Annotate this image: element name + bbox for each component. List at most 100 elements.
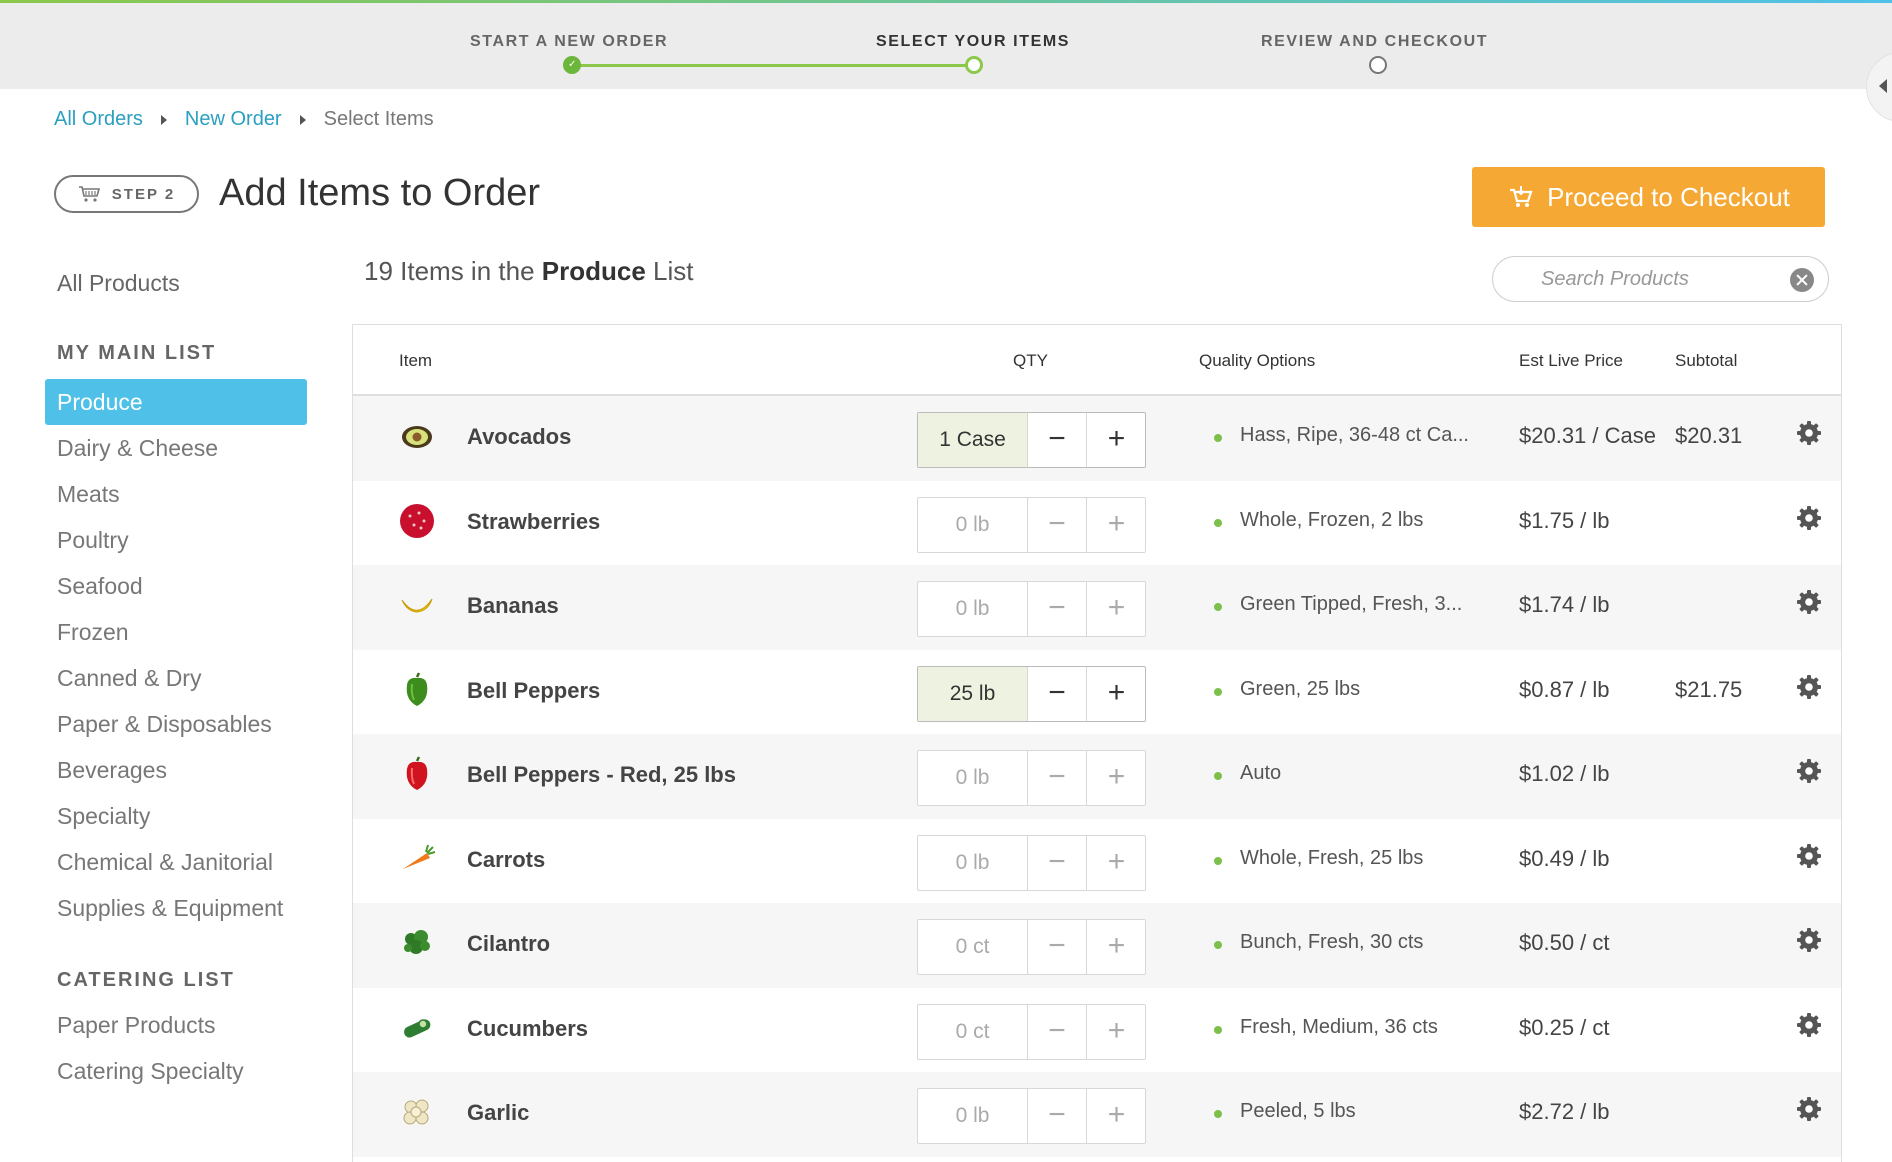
row-settings-gear-icon[interactable] — [1796, 1012, 1822, 1038]
sidebar-item-beverages[interactable]: Beverages — [45, 747, 307, 793]
quantity-input[interactable]: 25 lb — [918, 666, 1028, 721]
item-name: Carrots — [467, 846, 546, 872]
list-name: Produce — [541, 256, 646, 286]
column-header-subtotal: Subtotal — [1675, 351, 1738, 370]
sidebar-item-canned-dry[interactable]: Canned & Dry — [45, 655, 307, 701]
quality-option[interactable]: Fresh, Medium, 36 cts — [1240, 1016, 1480, 1039]
sidebar-item-seafood[interactable]: Seafood — [45, 563, 307, 609]
search-input[interactable] — [1541, 257, 1771, 301]
quantity-input[interactable]: 0 lb — [918, 582, 1028, 636]
row-settings-gear-icon[interactable] — [1796, 420, 1822, 446]
sidebar-item-dairy-cheese[interactable]: Dairy & Cheese — [45, 425, 307, 471]
increase-quantity-button[interactable]: + — [1087, 836, 1146, 890]
breadcrumb-new-order[interactable]: New Order — [185, 108, 282, 131]
quality-option[interactable]: Hass, Ripe, 36-48 ct Ca... — [1240, 424, 1480, 447]
sidebar-item-paper-disposables[interactable]: Paper & Disposables — [45, 701, 307, 747]
decrease-quantity-button[interactable]: − — [1028, 666, 1087, 721]
sidebar-item-specialty[interactable]: Specialty — [45, 793, 307, 839]
sidebar-item-meats[interactable]: Meats — [45, 471, 307, 517]
sidebar-item-poultry[interactable]: Poultry — [45, 517, 307, 563]
decrease-quantity-button[interactable]: − — [1028, 582, 1087, 636]
quantity-input[interactable]: 0 lb — [918, 497, 1028, 552]
column-header-item: Item — [399, 351, 433, 370]
sidebar-item-chemical-janitorial[interactable]: Chemical & Janitorial — [45, 839, 307, 885]
increase-quantity-button[interactable]: + — [1087, 1005, 1146, 1059]
sidebar-item-catering-specialty[interactable]: Catering Specialty — [45, 1048, 307, 1094]
decrease-quantity-button[interactable]: − — [1028, 920, 1087, 974]
breadcrumb-all-orders[interactable]: All Orders — [54, 108, 143, 131]
decrease-quantity-button[interactable]: − — [1028, 1089, 1087, 1143]
item-name: Cilantro — [467, 931, 551, 956]
est-live-price: $0.87 / lb — [1519, 676, 1610, 702]
quantity-input[interactable]: 0 lb — [918, 751, 1028, 805]
row-subtotal: $20.31 — [1675, 423, 1743, 448]
row-settings-gear-icon[interactable] — [1796, 843, 1822, 869]
increase-quantity-button[interactable]: + — [1087, 667, 1146, 721]
quality-option[interactable]: Whole, Fresh, 25 lbs — [1240, 847, 1480, 870]
table-row: Bananas 0 lb − + Green Tipped, Fresh, 3... $1… — [353, 565, 1841, 650]
garlic-icon — [403, 1099, 429, 1125]
column-header-quality: Quality Options — [1199, 351, 1316, 370]
quality-status-dot — [1214, 687, 1222, 696]
table-body: Avocados 1 Case − + Hass, Ripe, 36-48 ct Ca.… — [353, 396, 1841, 1157]
quality-option[interactable]: Whole, Frozen, 2 lbs — [1240, 509, 1480, 532]
quality-status-dot — [1214, 434, 1222, 442]
table-row: Garlic 0 lb − + Peeled, 5 lbs $2.72 / lb — [353, 1072, 1841, 1157]
quality-option[interactable]: Peeled, 5 lbs — [1240, 1100, 1480, 1123]
quality-option[interactable]: Green Tipped, Fresh, 3... — [1240, 593, 1480, 616]
clear-search-icon[interactable] — [1790, 268, 1814, 292]
quantity-input[interactable]: 0 lb — [918, 1089, 1028, 1143]
increase-quantity-button[interactable]: + — [1087, 920, 1146, 974]
green-pepper-icon — [406, 671, 428, 706]
quantity-input[interactable]: 0 ct — [918, 920, 1028, 974]
sidebar-item-frozen[interactable]: Frozen — [45, 609, 307, 655]
est-live-price: $2.72 / lb — [1519, 1099, 1610, 1124]
row-settings-gear-icon[interactable] — [1796, 927, 1822, 953]
column-header-price: Est Live Price — [1519, 351, 1623, 370]
cilantro-icon — [404, 930, 430, 954]
quantity-input[interactable]: 0 ct — [918, 1004, 1028, 1059]
quality-option[interactable]: Green, 25 lbs — [1240, 678, 1480, 701]
chevron-left-icon — [1879, 79, 1887, 93]
table-row: Carrots 0 lb − + Whole, Fresh, 25 lbs $0.49 /… — [353, 819, 1841, 904]
increase-quantity-button[interactable]: + — [1087, 751, 1146, 805]
row-settings-gear-icon[interactable] — [1796, 674, 1822, 700]
quantity-input[interactable]: 0 lb — [918, 835, 1028, 890]
table-header: Item QTY Quality Options Est Live Price … — [353, 325, 1841, 396]
banana-icon — [401, 598, 433, 613]
quality-option[interactable]: Bunch, Fresh, 30 cts — [1240, 931, 1480, 954]
decrease-quantity-button[interactable]: − — [1028, 413, 1087, 467]
est-live-price: $20.31 / Case — [1519, 423, 1656, 448]
quantity-stepper: 0 lb − + — [917, 581, 1146, 637]
carrot-icon — [403, 844, 436, 869]
quality-status-dot — [1214, 518, 1222, 527]
increase-quantity-button[interactable]: + — [1087, 1089, 1146, 1143]
breadcrumb-separator-icon — [299, 114, 306, 125]
all-products-link[interactable]: All Products — [45, 260, 307, 306]
proceed-to-checkout-button[interactable]: Proceed to Checkout — [1472, 167, 1825, 227]
sidebar-item-supplies-equipment[interactable]: Supplies & Equipment — [45, 885, 307, 931]
quantity-stepper: 0 lb − + — [917, 1088, 1146, 1144]
quality-option[interactable]: Auto — [1240, 762, 1480, 785]
row-settings-gear-icon[interactable] — [1796, 1096, 1822, 1122]
row-settings-gear-icon[interactable] — [1796, 589, 1822, 615]
item-name: Avocados — [467, 424, 572, 449]
quantity-stepper: 0 ct − + — [917, 1003, 1146, 1060]
step-label-select: SELECT YOUR ITEMS — [876, 33, 1071, 50]
quantity-input[interactable]: 1 Case — [918, 413, 1028, 467]
sidebar-item-produce[interactable]: Produce — [45, 379, 307, 425]
decrease-quantity-button[interactable]: − — [1028, 835, 1087, 890]
increase-quantity-button[interactable]: + — [1087, 582, 1146, 636]
decrease-quantity-button[interactable]: − — [1028, 497, 1087, 552]
quantity-stepper: 1 Case − + — [917, 412, 1146, 468]
row-settings-gear-icon[interactable] — [1796, 505, 1822, 531]
decrease-quantity-button[interactable]: − — [1028, 751, 1087, 805]
red-pepper-icon — [406, 756, 428, 790]
row-settings-gear-icon[interactable] — [1796, 758, 1822, 784]
sidebar-item-paper-products[interactable]: Paper Products — [45, 1002, 307, 1048]
item-name: Bananas — [467, 593, 559, 618]
increase-quantity-button[interactable]: + — [1087, 498, 1146, 552]
decrease-quantity-button[interactable]: − — [1028, 1004, 1087, 1059]
increase-quantity-button[interactable]: + — [1087, 413, 1146, 467]
quality-status-dot — [1214, 772, 1222, 780]
